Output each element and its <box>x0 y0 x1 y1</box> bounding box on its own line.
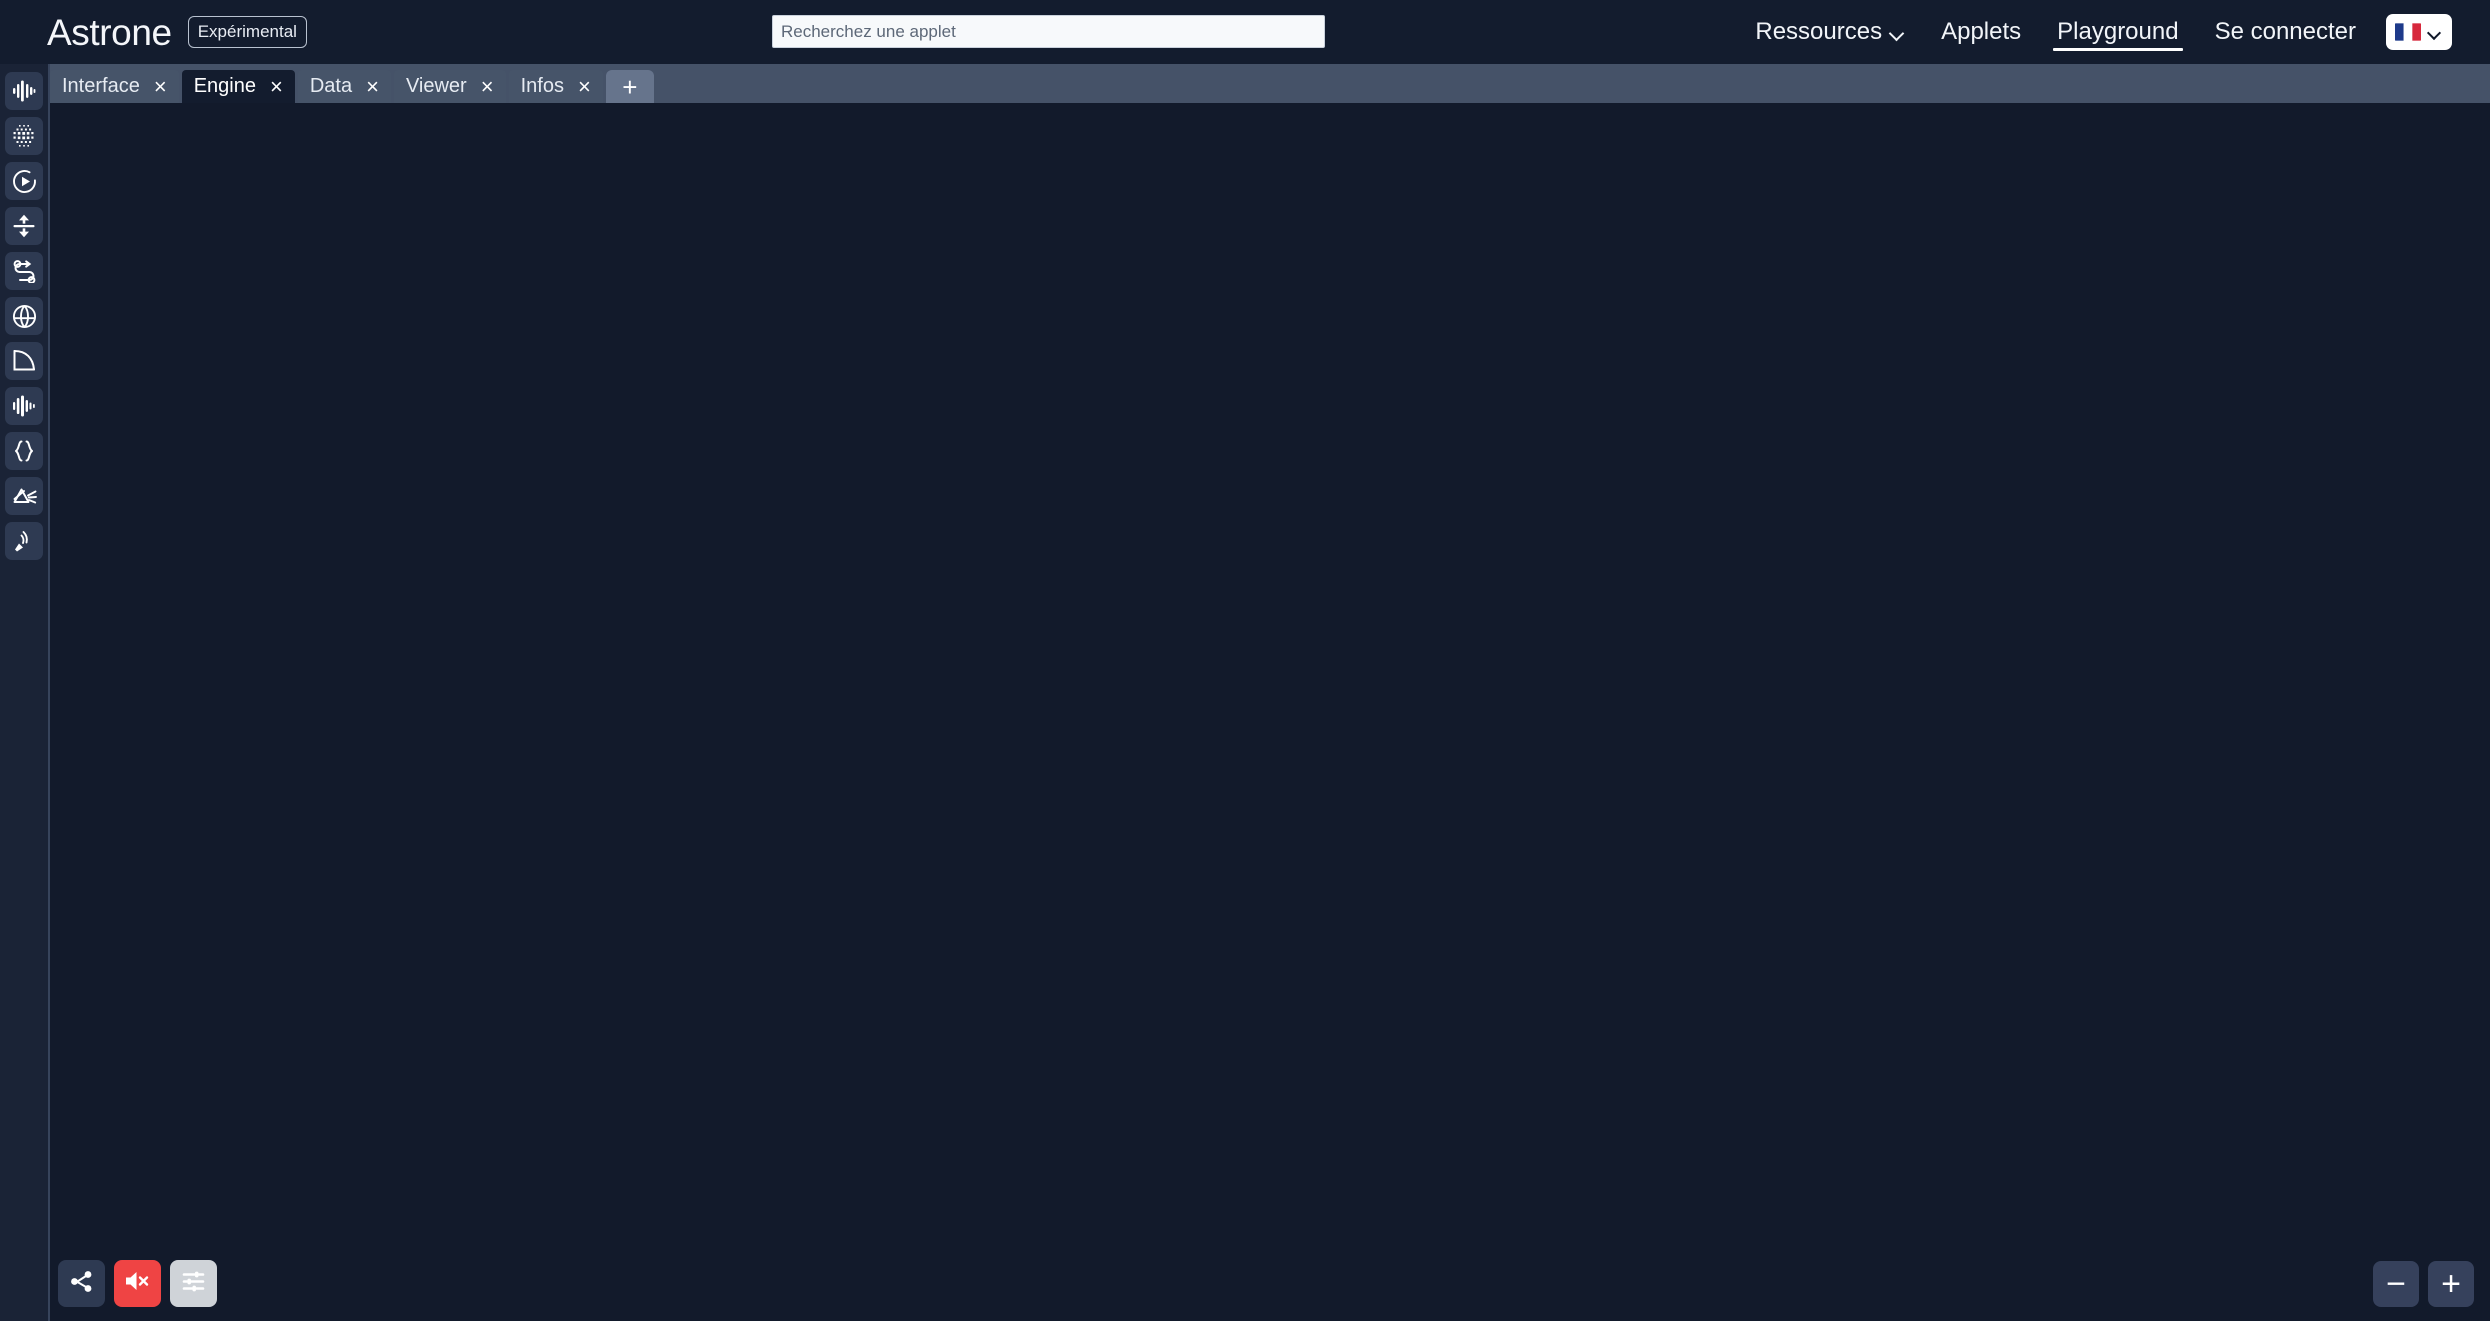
share-icon <box>69 1269 94 1299</box>
globe-icon <box>12 304 37 329</box>
tab-bar: Interface × Engine × Data × Viewer × Inf… <box>0 64 2490 103</box>
tab-label: Infos <box>520 75 564 97</box>
braces-icon <box>12 440 36 462</box>
tab-interface[interactable]: Interface × <box>50 70 179 103</box>
nav-item-ressources[interactable]: Ressources <box>1737 0 1923 64</box>
chevron-down-icon <box>2429 28 2443 37</box>
tab-infos[interactable]: Infos × <box>508 70 603 103</box>
mute-button[interactable] <box>114 1260 161 1307</box>
language-selector[interactable] <box>2386 14 2452 50</box>
nav-label: Se connecter <box>2214 18 2356 45</box>
sidebar-item-dot-matrix[interactable] <box>5 117 43 155</box>
search-container[interactable] <box>772 15 1325 48</box>
chevron-down-icon <box>1891 28 1905 36</box>
sidebar-item-waveform[interactable] <box>5 72 43 110</box>
sidebar-item-angle-curve[interactable] <box>5 342 43 380</box>
search-input[interactable] <box>772 15 1325 48</box>
tab-close-icon[interactable]: × <box>366 75 379 98</box>
nav-item-playground[interactable]: Playground <box>2039 0 2196 64</box>
tab-close-icon[interactable]: × <box>154 75 167 98</box>
tab-label: Interface <box>62 75 140 97</box>
share-button[interactable] <box>58 1260 105 1307</box>
vertical-arrows-icon <box>12 214 36 238</box>
play-circle-icon <box>12 169 37 194</box>
settings-button[interactable] <box>170 1260 217 1307</box>
tab-viewer[interactable]: Viewer × <box>393 70 506 103</box>
nav-label: Ressources <box>1755 18 1883 45</box>
sidebar-item-spectrum[interactable] <box>5 387 43 425</box>
mute-icon <box>124 1269 151 1298</box>
sidebar-item-braces[interactable] <box>5 432 43 470</box>
sidebar-item-globe[interactable] <box>5 297 43 335</box>
tab-label: Viewer <box>405 75 467 97</box>
add-tab-button[interactable]: + <box>605 70 654 103</box>
zoom-out-button[interactable]: − <box>2373 1261 2419 1307</box>
status-badge: Expérimental <box>187 16 307 48</box>
nav-item-se-connecter[interactable]: Se connecter <box>2197 0 2374 64</box>
radar-icon <box>12 529 36 553</box>
tab-close-icon[interactable]: × <box>481 75 494 98</box>
tab-engine[interactable]: Engine × <box>181 70 295 103</box>
nav-item-applets[interactable]: Applets <box>1923 0 2039 64</box>
prism-icon <box>12 485 37 507</box>
sidebar-item-linked-nodes[interactable] <box>5 252 43 290</box>
sidebar-item-vertical-arrows[interactable] <box>5 207 43 245</box>
tab-label: Engine <box>193 75 256 97</box>
tool-sidebar <box>0 64 50 1321</box>
app-header: Astrone Expérimental Ressources Applets … <box>0 0 2490 64</box>
zoom-in-button[interactable]: + <box>2428 1261 2474 1307</box>
page-title: Astrone <box>47 11 172 53</box>
sidebar-item-play[interactable] <box>5 162 43 200</box>
nav-label: Applets <box>1941 18 2022 45</box>
france-flag-icon <box>2395 23 2421 41</box>
zoom-controls: − + <box>2373 1261 2474 1307</box>
tab-close-icon[interactable]: × <box>270 75 283 98</box>
link-nodes-icon <box>12 259 37 283</box>
main-navigation: Ressources Applets Playground Se connect… <box>1737 0 2452 64</box>
canvas-bottom-controls <box>58 1260 217 1307</box>
tab-close-icon[interactable]: × <box>578 75 591 98</box>
angle-curve-icon <box>12 350 36 372</box>
tab-data[interactable]: Data × <box>297 70 391 103</box>
settings-sliders-icon <box>181 1270 206 1298</box>
sidebar-item-radar[interactable] <box>5 522 43 560</box>
dot-matrix-icon <box>12 124 36 148</box>
waveform-icon <box>12 80 36 102</box>
tab-label: Data <box>309 75 353 97</box>
playground-canvas[interactable] <box>50 103 2490 1321</box>
sidebar-item-prism[interactable] <box>5 477 43 515</box>
brand[interactable]: Astrone Expérimental <box>0 14 307 51</box>
spectrum-icon <box>12 395 36 417</box>
nav-label: Playground <box>2057 18 2179 45</box>
